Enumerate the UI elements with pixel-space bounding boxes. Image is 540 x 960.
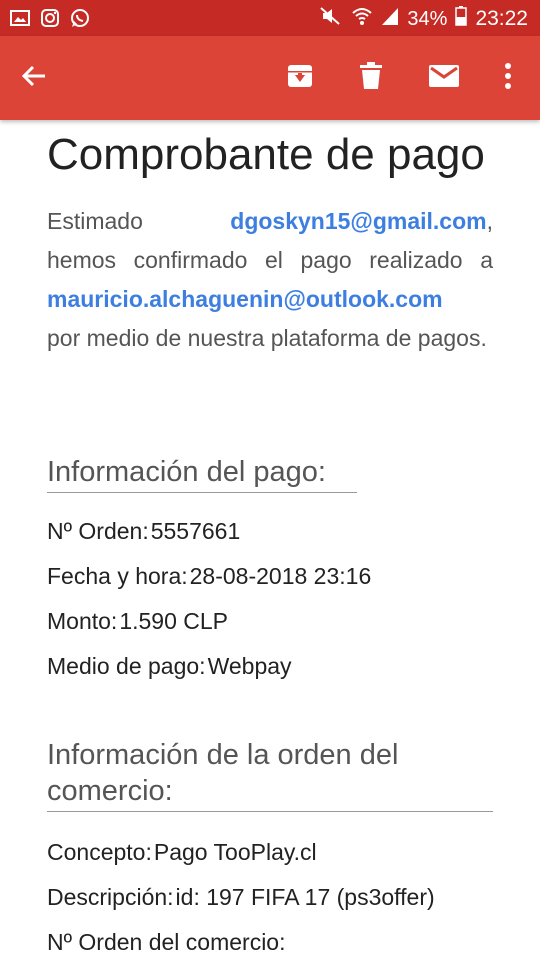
date-value: 28-08-2018 23:16 [189, 563, 372, 589]
merchant-order-label: Nº Orden del comercio: [47, 929, 286, 955]
wifi-icon [351, 6, 373, 32]
battery-icon [455, 6, 468, 32]
concept-value: Pago TooPlay.cl [153, 839, 317, 865]
mark-unread-button[interactable] [422, 56, 466, 100]
amount-value: 1.590 CLP [119, 608, 229, 634]
amount-row: Monto:1.590 CLP [47, 608, 228, 635]
status-bar: 34% 23:22 [0, 0, 540, 36]
battery-percent: 34% [407, 7, 448, 30]
concept-label: Concepto: [47, 839, 152, 865]
concept-row: Concepto:Pago TooPlay.cl [47, 839, 317, 866]
description-label: Descripción: [47, 884, 174, 910]
payment-section-title: Información del pago: [47, 454, 357, 493]
more-options-button[interactable] [486, 56, 530, 100]
back-button[interactable] [12, 56, 56, 100]
order-section-title: Información de la orden del comercio: [47, 737, 493, 812]
delete-button[interactable] [349, 56, 393, 100]
app-bar [0, 36, 540, 120]
whatsapp-icon [70, 8, 90, 33]
date-label: Fecha y hora: [47, 563, 188, 589]
intro-comma: , [486, 208, 493, 234]
instagram-icon [40, 8, 60, 33]
clock: 23:22 [475, 7, 528, 30]
archive-button[interactable] [278, 56, 322, 100]
description-value: id: 197 FIFA 17 (ps3offer) [175, 884, 435, 910]
intro-middle-text: hemos confirmado el pago realizado a [47, 247, 493, 273]
recipient-email-link[interactable]: dgoskyn15@gmail.com [230, 208, 486, 234]
mark-unread-icon [428, 64, 460, 93]
intro-end-text: por medio de nuestra plataforma de pagos… [47, 325, 487, 351]
intro-greeting: Estimado [47, 208, 143, 234]
merchant-order-row: Nº Orden del comercio: [47, 929, 288, 956]
payment-method-label: Medio de pago: [47, 653, 206, 679]
order-number-value: 5557661 [150, 518, 241, 544]
signal-icon [381, 6, 399, 32]
merchant-email-link[interactable]: mauricio.alchaguenin@outlook.com [47, 286, 443, 312]
payment-method-row: Medio de pago:Webpay [47, 653, 292, 680]
delete-icon [359, 61, 383, 95]
mute-icon [319, 6, 343, 32]
back-arrow-icon [20, 62, 48, 95]
archive-icon [286, 62, 314, 95]
intro-paragraph: Estimado dgoskyn15@gmail.com, hemos conf… [47, 202, 493, 358]
amount-label: Monto: [47, 608, 118, 634]
payment-method-value: Webpay [207, 653, 292, 679]
email-title: Comprobante de pago [47, 130, 485, 179]
order-number-row: Nº Orden:5557661 [47, 518, 240, 545]
date-row: Fecha y hora:28-08-2018 23:16 [47, 563, 371, 590]
more-vert-icon [504, 62, 512, 94]
order-number-label: Nº Orden: [47, 518, 149, 544]
description-row: Descripción:id: 197 FIFA 17 (ps3offer) [47, 884, 435, 911]
gallery-icon [10, 8, 30, 33]
